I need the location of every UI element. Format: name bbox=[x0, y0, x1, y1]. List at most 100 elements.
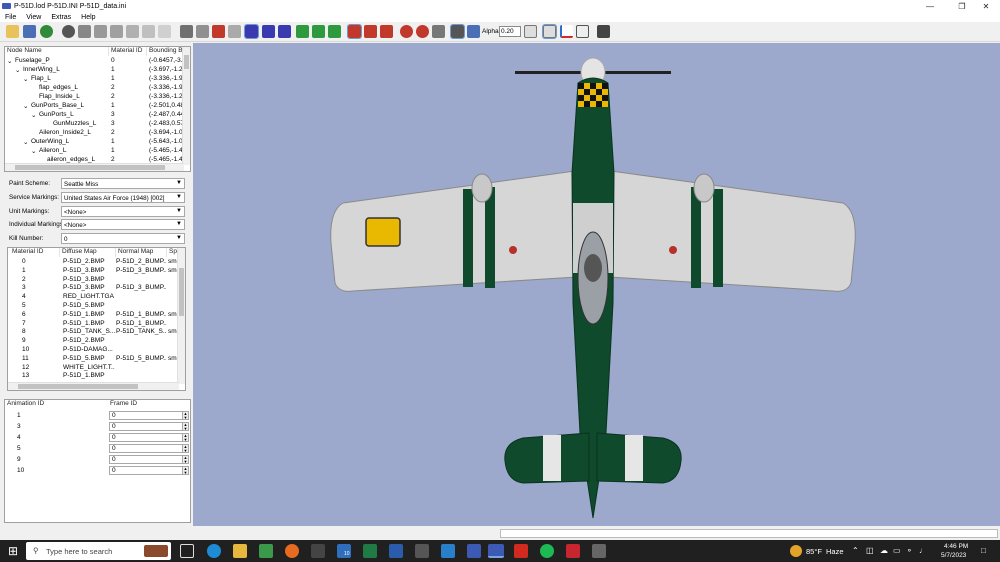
table-row[interactable]: 12 WHITE_LIGHT.T... bbox=[8, 364, 185, 373]
tree-expander-icon[interactable]: ⌄ bbox=[31, 147, 36, 155]
diffuse-map-header[interactable]: Diffuse Map bbox=[60, 248, 116, 257]
table-row[interactable]: ⌄ Flap_L 1 (-3.336,-1.96 bbox=[5, 75, 190, 84]
clock-date[interactable]: 5/7/2023 bbox=[941, 552, 966, 559]
table-row[interactable]: 11 P-51D_5.BMP P-51D_5_BUMP.... sm bbox=[8, 355, 185, 364]
weather-icon[interactable] bbox=[790, 545, 802, 557]
display-icon[interactable]: ▭ bbox=[893, 546, 901, 555]
menu-view[interactable]: View bbox=[21, 14, 46, 21]
node-name-header[interactable]: Node Name bbox=[5, 47, 109, 56]
table-row[interactable]: 1 P-51D_3.BMP P-51D_3_BUMP.... sm bbox=[8, 267, 185, 276]
box-wire-icon[interactable] bbox=[110, 25, 123, 38]
texture-icon[interactable] bbox=[40, 25, 53, 38]
bounding-box-header[interactable]: Bounding B bbox=[147, 47, 184, 56]
word-icon[interactable] bbox=[389, 544, 403, 558]
table-row[interactable]: ⌄ Fuselage_P 0 (-0.6457,-3.8 bbox=[5, 57, 190, 66]
green-box-icon[interactable] bbox=[296, 25, 309, 38]
gray-shade-icon[interactable] bbox=[228, 25, 241, 38]
alpha-input[interactable] bbox=[499, 26, 521, 37]
frame-id-spinner[interactable]: 0 ▲ ▼ bbox=[109, 466, 189, 475]
zoom-icon[interactable] bbox=[62, 25, 75, 38]
box-icon[interactable] bbox=[78, 25, 91, 38]
table-row[interactable]: ⌄ Aileron_L 1 (-5.465,-1.43 bbox=[5, 147, 190, 156]
table-row[interactable]: 3 P-51D_3.BMP P-51D_3_BUMP.... bbox=[8, 284, 185, 293]
red-sphere-icon[interactable] bbox=[400, 25, 413, 38]
clock-time[interactable]: 4:46 PM bbox=[944, 543, 968, 550]
edge-icon[interactable] bbox=[207, 544, 221, 558]
pinned-app-icon[interactable] bbox=[441, 544, 455, 558]
material-id-col-header[interactable]: Material ID bbox=[8, 248, 60, 257]
red-cube-icon[interactable] bbox=[347, 24, 362, 39]
frame-id-spinner[interactable]: 0 ▲ ▼ bbox=[109, 411, 189, 420]
3d-viewport[interactable] bbox=[193, 43, 1000, 526]
menu-help[interactable]: Help bbox=[76, 14, 100, 21]
frame-id-spinner[interactable]: 0 ▲ ▼ bbox=[109, 422, 189, 431]
spinner-arrows-icon[interactable]: ▲ ▼ bbox=[182, 423, 188, 430]
notification-icon[interactable]: □ bbox=[981, 546, 986, 555]
spotify-icon[interactable] bbox=[540, 544, 554, 558]
box-frame-icon[interactable] bbox=[142, 25, 155, 38]
windows-start-icon[interactable]: ⊞ bbox=[6, 544, 20, 558]
table-row[interactable]: 13 P-51D_1.BMP bbox=[8, 372, 185, 381]
task-view-icon[interactable] bbox=[180, 544, 194, 558]
excel-icon[interactable] bbox=[363, 544, 377, 558]
tools-icon[interactable] bbox=[597, 25, 610, 38]
gray-mesh-icon[interactable] bbox=[432, 25, 445, 38]
tree-expander-icon[interactable]: ⌄ bbox=[7, 57, 12, 65]
blue-box-2-icon[interactable] bbox=[262, 25, 275, 38]
material-id-header[interactable]: Material ID bbox=[109, 47, 147, 56]
shade-icon[interactable] bbox=[180, 25, 193, 38]
app-n-icon[interactable] bbox=[311, 544, 325, 558]
green-box-2-icon[interactable] bbox=[312, 25, 325, 38]
blue-panel-icon[interactable] bbox=[467, 25, 480, 38]
frame-id-spinner[interactable]: 0 ▲ ▼ bbox=[109, 455, 189, 464]
frame-icon[interactable] bbox=[524, 25, 537, 38]
tree-expander-icon[interactable]: ⌄ bbox=[15, 66, 20, 74]
box-grid-icon[interactable] bbox=[126, 25, 139, 38]
save-icon[interactable] bbox=[23, 25, 36, 38]
spinner-arrows-icon[interactable]: ▲ ▼ bbox=[182, 434, 188, 441]
animation-id-header[interactable]: Animation ID bbox=[5, 400, 108, 409]
open-folder-icon[interactable] bbox=[6, 25, 19, 38]
firefox-icon[interactable] bbox=[285, 544, 299, 558]
misc-app-icon[interactable] bbox=[592, 544, 606, 558]
security-icon[interactable] bbox=[566, 544, 580, 558]
frame-id-spinner[interactable]: 0 ▲ ▼ bbox=[109, 433, 189, 442]
lod-viewer-taskbar-icon[interactable] bbox=[488, 544, 504, 558]
wifi-icon[interactable]: ⚬ bbox=[906, 546, 913, 555]
menu-file[interactable]: File bbox=[0, 14, 21, 21]
taskbar-search[interactable]: ⚲ Type here to search bbox=[26, 542, 171, 560]
kill-number-dropdown[interactable]: 0 ▼ bbox=[61, 233, 185, 244]
close-icon[interactable]: ✕ bbox=[972, 0, 1000, 12]
table-row[interactable]: 4 RED_LIGHT.TGA bbox=[8, 293, 185, 302]
network-icon[interactable]: ◫ bbox=[866, 546, 874, 555]
table-row[interactable]: 5 P-51D_5.BMP bbox=[8, 302, 185, 311]
calculator-icon[interactable] bbox=[415, 544, 429, 558]
spinner-arrows-icon[interactable]: ▲ ▼ bbox=[182, 445, 188, 452]
menu-extras[interactable]: Extras bbox=[46, 14, 76, 21]
cube-icon[interactable] bbox=[576, 25, 589, 38]
table-row[interactable]: ⌄ OuterWing_L 1 (-5.643,-1.02 bbox=[5, 138, 190, 147]
animation-table[interactable]: Animation ID Frame ID 1 0 ▲ ▼ 3 0 ▲ ▼ 4 0 ▲ ▼ 5 0 ▲ ▼ 9 0… bbox=[4, 399, 191, 523]
material-hscroll[interactable] bbox=[8, 382, 179, 390]
spinner-arrows-icon[interactable]: ▲ ▼ bbox=[182, 467, 188, 474]
node-tree[interactable]: Node Name Material ID Bounding B ⌄ Fusela… bbox=[4, 46, 191, 172]
file-explorer-icon[interactable] bbox=[233, 544, 247, 558]
table-row[interactable]: ⌄GunPorts_Base_L 1 (-2.501,0.480 bbox=[5, 102, 190, 111]
frame-id-spinner[interactable]: 0 ▲ ▼ bbox=[109, 444, 189, 453]
red-shade-icon[interactable] bbox=[212, 25, 225, 38]
node-tree-hscroll[interactable] bbox=[5, 163, 184, 171]
green-box-3-icon[interactable] bbox=[328, 25, 341, 38]
material-table[interactable]: Material ID Diffuse Map Normal Map Spe 0… bbox=[7, 247, 186, 391]
table-row[interactable]: 7 P-51D_1.BMP P-51D_1_BUMP.... bbox=[8, 320, 185, 329]
node-tree-vscroll[interactable] bbox=[182, 47, 190, 165]
table-row[interactable]: 0 P-51D_2.BMP P-51D_2_BUMP.... sm bbox=[8, 258, 185, 267]
table-row[interactable]: 2 P-51D_3.BMP bbox=[8, 276, 185, 285]
spinner-arrows-icon[interactable]: ▲ ▼ bbox=[182, 456, 188, 463]
store-icon[interactable] bbox=[259, 544, 273, 558]
axes-icon[interactable] bbox=[560, 25, 573, 38]
individual-markings-dropdown[interactable]: <None> ▼ bbox=[61, 219, 185, 230]
material-vscroll[interactable] bbox=[177, 248, 185, 384]
paint-scheme-dropdown[interactable]: Seattle Miss ▼ bbox=[61, 178, 185, 189]
blue-box-3-icon[interactable] bbox=[278, 25, 291, 38]
tree-expander-icon[interactable]: ⌄ bbox=[23, 138, 28, 146]
